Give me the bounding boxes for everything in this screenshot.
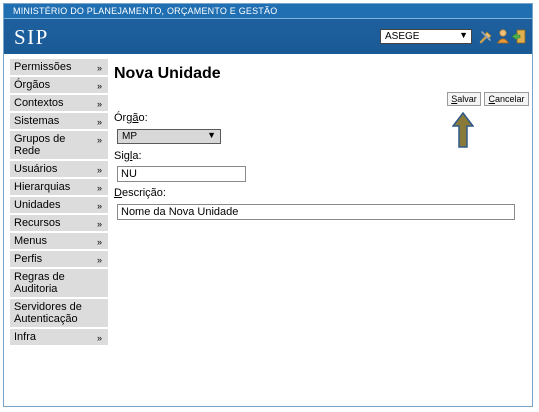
double-chevron-right-icon: » xyxy=(96,81,102,91)
double-chevron-right-icon: » xyxy=(96,63,102,73)
sidebar-item-label: Contextos xyxy=(14,97,64,109)
descricao-label-accelerator: D xyxy=(114,187,122,199)
sidebar-menu: Permissões » Órgãos » Contextos » Sistem… xyxy=(10,59,108,347)
orgao-select-value: MP xyxy=(122,131,137,142)
sigla-label-part: a: xyxy=(132,150,142,162)
sidebar-item-label: Grupos de Rede xyxy=(14,133,66,157)
descricao-label-part: escrição: xyxy=(121,187,166,199)
sidebar-item-label: Órgãos xyxy=(14,79,51,91)
sidebar-item-recursos[interactable]: Recursos » xyxy=(10,215,108,233)
sidebar-item-label: Menus xyxy=(14,235,48,247)
descricao-label: Descrição: xyxy=(114,187,166,199)
sidebar-item-unidades[interactable]: Unidades » xyxy=(10,197,108,215)
sidebar-item-menus[interactable]: Menus » xyxy=(10,233,108,251)
save-button[interactable]: Salvar xyxy=(447,92,481,106)
sidebar-item-label: Infra xyxy=(14,331,37,343)
orgao-label-part: Órg xyxy=(114,112,133,124)
double-chevron-right-icon: » xyxy=(96,333,102,343)
ministry-bar: MINISTÉRIO DO PLANEJAMENTO, ORÇAMENTO E … xyxy=(4,4,532,19)
chevron-down-icon: ▼ xyxy=(459,30,468,40)
app-window: MINISTÉRIO DO PLANEJAMENTO, ORÇAMENTO E … xyxy=(3,3,533,407)
sidebar-item-label: Perfis xyxy=(14,253,43,265)
sigla-label: Sigla: xyxy=(114,150,142,162)
sigla-label-part: Sig xyxy=(114,150,130,162)
sidebar-item-label: Recursos xyxy=(14,217,61,229)
sidebar-item-label: Sistemas xyxy=(14,115,60,127)
sidebar-item-infra[interactable]: Infra » xyxy=(10,329,108,347)
save-label: alvar xyxy=(457,94,477,104)
cancel-label: ancelar xyxy=(494,94,525,104)
cancel-button[interactable]: Cancelar xyxy=(484,92,529,106)
sidebar-item-label: Permissões xyxy=(14,61,72,73)
sidebar-item-label: Usuários xyxy=(14,163,58,175)
sidebar-item-orgaos[interactable]: Órgãos » xyxy=(10,77,108,95)
sidebar-item-sistemas[interactable]: Sistemas » xyxy=(10,113,108,131)
double-chevron-right-icon: » xyxy=(96,255,102,265)
double-chevron-right-icon: » xyxy=(96,201,102,211)
sidebar-item-label: Unidades xyxy=(14,199,61,211)
sidebar-item-grupos-de-rede[interactable]: Grupos de Rede » xyxy=(10,131,108,161)
ministry-name: MINISTÉRIO DO PLANEJAMENTO, ORÇAMENTO E … xyxy=(13,6,278,16)
sigla-input[interactable]: NU xyxy=(117,166,246,182)
orgao-label-part: o: xyxy=(138,112,148,124)
sidebar-item-perfis[interactable]: Perfis » xyxy=(10,251,108,269)
sidebar-item-usuarios[interactable]: Usuários » xyxy=(10,161,108,179)
orgao-select[interactable]: MP ▼ xyxy=(117,129,221,144)
app-logo[interactable]: SIP xyxy=(14,25,49,50)
sidebar-item-permissoes[interactable]: Permissões » xyxy=(10,59,108,77)
user-icon[interactable] xyxy=(495,28,511,45)
arrow-up-icon xyxy=(452,112,474,148)
chevron-down-icon: ▼ xyxy=(207,130,216,140)
double-chevron-right-icon: » xyxy=(96,165,102,175)
double-chevron-right-icon: » xyxy=(96,117,102,127)
app-header: SIP ASEGE ▼ xyxy=(4,19,532,54)
unit-selector[interactable]: ASEGE ▼ xyxy=(380,29,472,44)
orgao-label: Órgão: xyxy=(114,112,148,124)
unit-selector-value: ASEGE xyxy=(385,31,420,42)
sidebar-item-label: Regras de Auditoria xyxy=(14,271,65,295)
exit-icon[interactable] xyxy=(511,28,527,45)
sidebar-item-label: Hierarquias xyxy=(14,181,71,193)
page-title: Nova Unidade xyxy=(114,65,221,82)
descricao-input[interactable]: Nome da Nova Unidade xyxy=(117,204,515,220)
double-chevron-right-icon: » xyxy=(96,135,102,145)
sidebar-item-hierarquias[interactable]: Hierarquias » xyxy=(10,179,108,197)
double-chevron-right-icon: » xyxy=(96,183,102,193)
sidebar-item-contextos[interactable]: Contextos » xyxy=(10,95,108,113)
sidebar-item-regras-de-auditoria[interactable]: Regras de Auditoria xyxy=(10,269,108,299)
sidebar-item-label: Servidores de Autenticação xyxy=(14,301,82,325)
sidebar-item-servidores-de-autenticacao[interactable]: Servidores de Autenticação xyxy=(10,299,108,329)
double-chevron-right-icon: » xyxy=(96,237,102,247)
double-chevron-right-icon: » xyxy=(96,99,102,109)
double-chevron-right-icon: » xyxy=(96,219,102,229)
tools-icon[interactable] xyxy=(478,28,494,45)
